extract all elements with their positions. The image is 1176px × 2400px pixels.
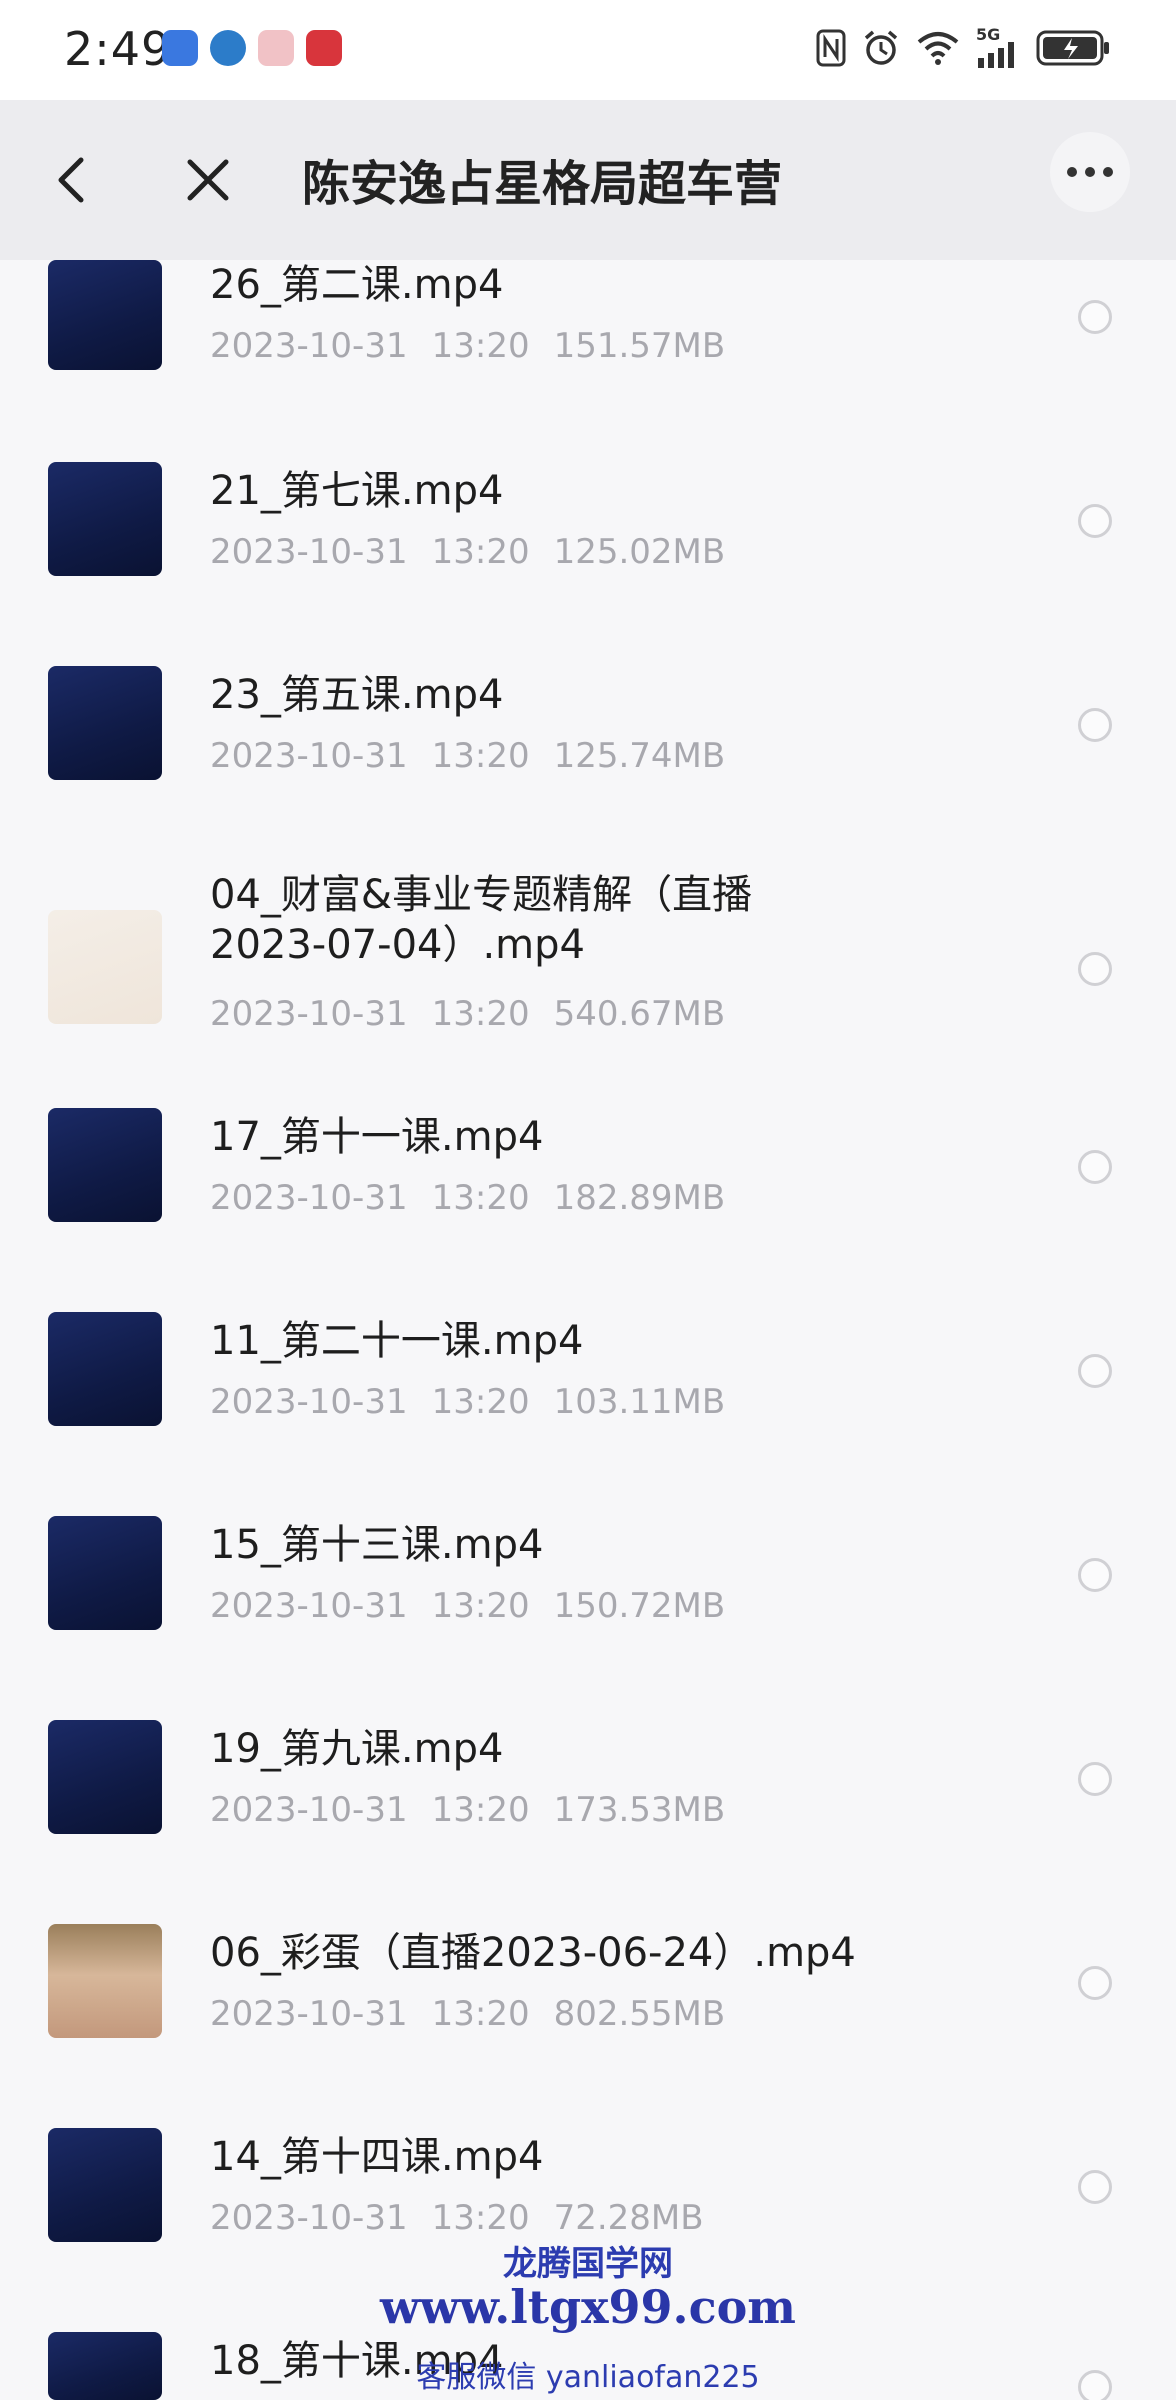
file-date: 2023-10-31 xyxy=(210,1790,408,1830)
video-thumbnail xyxy=(48,1924,162,2038)
file-browser-screen: 2:49 5G 陈安逸占星格局超车营 26_第二课.mp4 2023-10-31… xyxy=(0,0,1176,2400)
file-date: 2023-10-31 xyxy=(210,1586,408,1626)
more-dots-icon xyxy=(1067,167,1113,177)
file-time: 13:20 xyxy=(431,1382,530,1422)
file-name: 19_第九课.mp4 xyxy=(210,1726,504,1772)
file-time: 13:20 xyxy=(431,532,530,572)
select-radio[interactable] xyxy=(1078,2370,1112,2400)
file-meta: 2023-10-31 13:20 182.89MB xyxy=(210,1178,749,1218)
file-meta: 2023-10-31 13:20 103.11MB xyxy=(210,1382,749,1422)
select-radio[interactable] xyxy=(1078,504,1112,538)
watermark-url: www.ltgx99.com xyxy=(380,2280,796,2334)
file-size: 802.55MB xyxy=(553,1994,726,2034)
app-shop-icon xyxy=(306,30,342,66)
file-name: 18_第十课.mp4 xyxy=(210,2338,504,2384)
battery-icon xyxy=(1036,28,1112,68)
file-name: 23_第五课.mp4 xyxy=(210,672,504,718)
more-options-button[interactable] xyxy=(1050,132,1130,212)
file-date: 2023-10-31 xyxy=(210,736,408,776)
file-name: 17_第十一课.mp4 xyxy=(210,1114,544,1160)
file-name: 11_第二十一课.mp4 xyxy=(210,1318,584,1364)
select-radio[interactable] xyxy=(1078,1762,1112,1796)
watermark-site-name: 龙腾国学网 xyxy=(503,2244,673,2284)
file-date: 2023-10-31 xyxy=(210,532,408,572)
close-icon[interactable] xyxy=(176,148,240,212)
watermark-contact: 客服微信 yanliaofan225 xyxy=(416,2360,760,2395)
file-meta: 2023-10-31 13:20 802.55MB xyxy=(210,1994,749,2034)
status-app-icons xyxy=(162,30,342,66)
file-date: 2023-10-31 xyxy=(210,1382,408,1422)
select-radio[interactable] xyxy=(1078,2170,1112,2204)
wifi-icon xyxy=(916,28,960,68)
file-name: 15_第十三课.mp4 xyxy=(210,1522,544,1568)
file-size: 540.67MB xyxy=(553,994,726,1034)
signal-icon: 5G xyxy=(976,25,1020,68)
video-thumbnail xyxy=(48,1108,162,1222)
file-name: 14_第十四课.mp4 xyxy=(210,2134,544,2180)
select-radio[interactable] xyxy=(1078,1558,1112,1592)
select-radio[interactable] xyxy=(1078,952,1112,986)
file-date: 2023-10-31 xyxy=(210,1178,408,1218)
file-meta: 2023-10-31 13:20 540.67MB xyxy=(210,994,749,1034)
app-weather-icon xyxy=(210,30,246,66)
file-size: 103.11MB xyxy=(553,1382,726,1422)
select-radio[interactable] xyxy=(1078,708,1112,742)
status-time: 2:49 xyxy=(64,22,172,76)
top-app-bar: 陈安逸占星格局超车营 xyxy=(0,100,1176,260)
alarm-icon xyxy=(862,28,900,68)
video-thumbnail xyxy=(48,2128,162,2242)
file-meta: 2023-10-31 13:20 125.02MB xyxy=(210,532,749,572)
file-time: 13:20 xyxy=(431,2198,530,2238)
file-size: 173.53MB xyxy=(553,1790,726,1830)
file-time: 13:20 xyxy=(431,736,530,776)
status-bar: 2:49 5G xyxy=(0,0,1176,100)
file-name: 04_财富&事业专题精解（直播 xyxy=(210,872,753,918)
select-radio[interactable] xyxy=(1078,1354,1112,1388)
file-meta: 2023-10-31 13:20 150.72MB xyxy=(210,1586,749,1626)
file-size: 151.57MB xyxy=(553,326,726,366)
video-thumbnail xyxy=(48,1312,162,1426)
video-thumbnail xyxy=(48,1516,162,1630)
file-name-continued: 2023-07-04）.mp4 xyxy=(210,922,585,968)
file-time: 13:20 xyxy=(431,1586,530,1626)
app-blue-icon xyxy=(162,30,198,66)
video-thumbnail xyxy=(48,260,162,370)
page-title: 陈安逸占星格局超车营 xyxy=(302,156,783,212)
file-size: 125.74MB xyxy=(553,736,726,776)
file-date: 2023-10-31 xyxy=(210,326,408,366)
video-thumbnail xyxy=(48,462,162,576)
nfc-icon xyxy=(816,28,846,68)
file-name: 26_第二课.mp4 xyxy=(210,262,504,308)
back-icon[interactable] xyxy=(44,148,96,212)
video-thumbnail xyxy=(48,910,162,1024)
file-time: 13:20 xyxy=(431,994,530,1034)
file-size: 182.89MB xyxy=(553,1178,726,1218)
file-date: 2023-10-31 xyxy=(210,1994,408,2034)
file-size: 150.72MB xyxy=(553,1586,726,1626)
video-thumbnail xyxy=(48,666,162,780)
network-label: 5G xyxy=(976,25,1001,44)
select-radio[interactable] xyxy=(1078,300,1112,334)
file-date: 2023-10-31 xyxy=(210,2198,408,2238)
status-right-icons: 5G xyxy=(816,25,1112,68)
app-gift-icon xyxy=(258,30,294,66)
file-meta: 2023-10-31 13:20 72.28MB xyxy=(210,2198,728,2238)
file-time: 13:20 xyxy=(431,1994,530,2034)
file-size: 72.28MB xyxy=(553,2198,704,2238)
file-meta: 2023-10-31 13:20 173.53MB xyxy=(210,1790,749,1830)
file-meta: 2023-10-31 13:20 125.74MB xyxy=(210,736,749,776)
video-thumbnail xyxy=(48,2332,162,2400)
file-time: 13:20 xyxy=(431,326,530,366)
file-time: 13:20 xyxy=(431,1790,530,1830)
file-meta: 2023-10-31 13:20 151.57MB xyxy=(210,326,749,366)
file-time: 13:20 xyxy=(431,1178,530,1218)
select-radio[interactable] xyxy=(1078,1966,1112,2000)
select-radio[interactable] xyxy=(1078,1150,1112,1184)
file-size: 125.02MB xyxy=(553,532,726,572)
file-name: 06_彩蛋（直播2023-06-24）.mp4 xyxy=(210,1930,856,1976)
file-name: 21_第七课.mp4 xyxy=(210,468,504,514)
file-date: 2023-10-31 xyxy=(210,994,408,1034)
video-thumbnail xyxy=(48,1720,162,1834)
